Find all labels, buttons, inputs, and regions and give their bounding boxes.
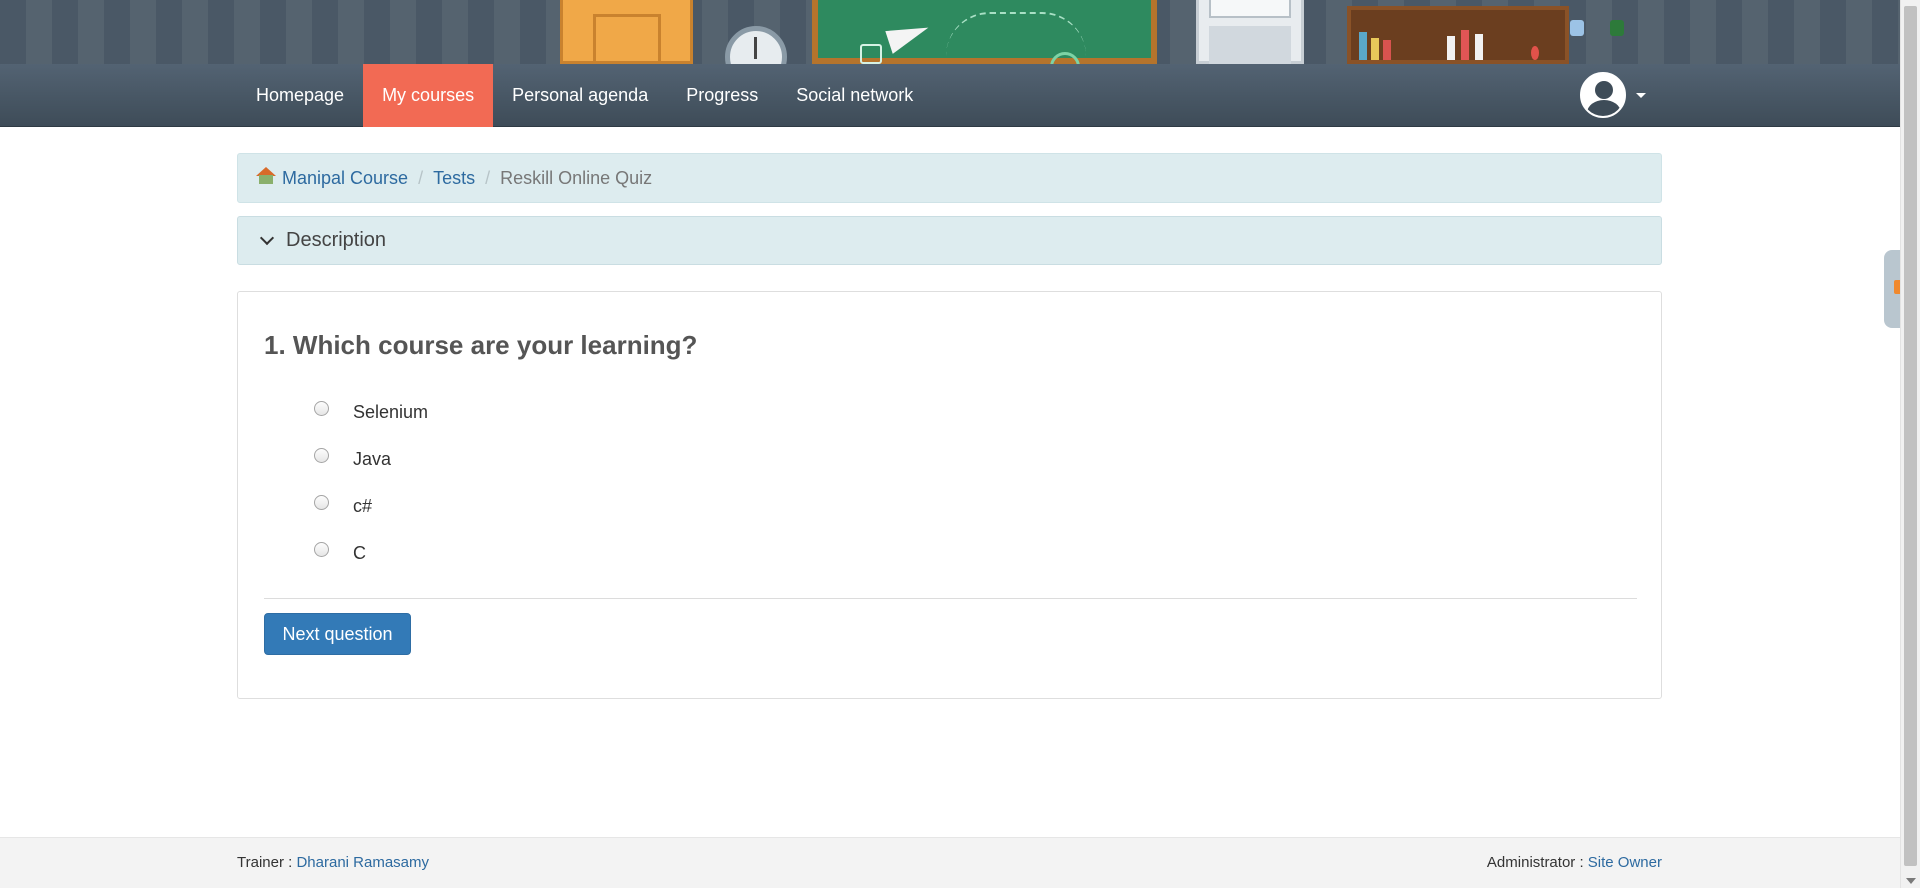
scrollbar-thumb[interactable]: [1904, 6, 1917, 866]
banner-door-illustration: [560, 0, 693, 64]
scrollbar[interactable]: [1900, 0, 1920, 888]
home-icon[interactable]: [256, 167, 276, 185]
banner-clock-illustration: [725, 26, 787, 64]
answer-options: Selenium Java c# C: [314, 389, 428, 577]
question-panel: 1. Which course are your learning? Selen…: [237, 291, 1662, 699]
answer-radio[interactable]: [314, 401, 329, 416]
footer-trainer: Trainer : Dharani Ramasamy: [237, 854, 429, 871]
user-status-icon[interactable]: [1570, 20, 1584, 36]
footer-admin: Administrator : Site Owner: [1487, 854, 1662, 871]
answer-label: C: [353, 543, 366, 563]
footer: Trainer : Dharani Ramasamy Administrator…: [0, 837, 1900, 888]
breadcrumb-separator: /: [485, 167, 491, 188]
breadcrumb-course-link[interactable]: Manipal Course: [282, 168, 408, 189]
answer-option[interactable]: C: [314, 530, 428, 577]
breadcrumb-separator: /: [418, 167, 424, 188]
answer-label: c#: [353, 496, 373, 516]
answer-label: Java: [353, 449, 392, 469]
next-question-button[interactable]: Next question: [264, 613, 411, 655]
header-banner: [0, 0, 1900, 64]
nav-item-personal-agenda[interactable]: Personal agenda: [493, 64, 667, 127]
user-menu[interactable]: [1580, 72, 1646, 118]
answer-option[interactable]: Selenium: [314, 389, 428, 436]
admin-label: Administrator :: [1486, 854, 1584, 871]
answer-option[interactable]: c#: [314, 483, 428, 530]
top-icons: [1570, 20, 1624, 36]
trainer-link[interactable]: Dharani Ramasamy: [296, 854, 429, 871]
chevron-down-icon: [259, 230, 275, 245]
scroll-down-arrow-icon[interactable]: [1906, 878, 1916, 884]
description-toggle[interactable]: Description: [237, 216, 1662, 265]
breadcrumb: Manipal Course / Tests / Reskill Online …: [237, 153, 1662, 203]
breadcrumb-current: Reskill Online Quiz: [500, 167, 653, 188]
answer-radio[interactable]: [314, 542, 329, 557]
admin-link[interactable]: Site Owner: [1588, 854, 1662, 871]
breadcrumb-tests-link[interactable]: Tests: [433, 168, 475, 189]
banner-chalkboard-illustration: [812, 0, 1157, 64]
nav-item-homepage[interactable]: Homepage: [237, 64, 363, 127]
nav-item-my-courses[interactable]: My courses: [363, 64, 494, 127]
avatar-icon[interactable]: [1580, 72, 1626, 118]
caret-down-icon[interactable]: [1636, 92, 1646, 98]
divider: [264, 598, 1637, 599]
answer-radio[interactable]: [314, 448, 329, 463]
answer-radio[interactable]: [314, 495, 329, 510]
nav-item-social-network[interactable]: Social network: [777, 64, 932, 127]
answer-label: Selenium: [353, 402, 429, 422]
question-title: 1. Which course are your learning?: [264, 330, 698, 360]
nav-menu: Homepage My courses Personal agenda Prog…: [237, 64, 932, 127]
banner-cabinet-illustration: [1196, 0, 1304, 64]
language-flag-icon[interactable]: [1610, 20, 1624, 36]
nav-item-progress[interactable]: Progress: [667, 64, 777, 127]
answer-option[interactable]: Java: [314, 436, 428, 483]
banner-bookshelf-illustration: [1347, 6, 1569, 64]
description-label: Description: [286, 229, 387, 251]
main-navbar: Homepage My courses Personal agenda Prog…: [0, 64, 1900, 127]
trainer-label: Trainer :: [237, 854, 293, 871]
side-panel-tab[interactable]: [1884, 250, 1900, 328]
